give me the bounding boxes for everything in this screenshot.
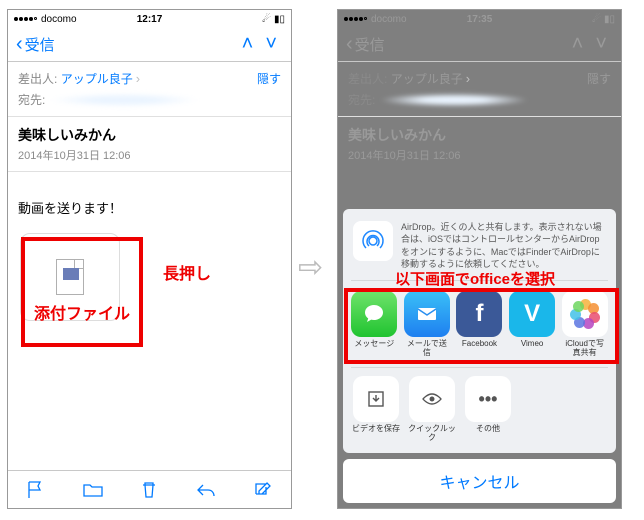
- sender-link[interactable]: アップル良子: [61, 70, 133, 87]
- mail-body: 動画を送ります！: [8, 180, 291, 225]
- date: 2014年10月31日 12:06: [8, 147, 291, 171]
- annotation-attachment-label: 添付ファイル: [34, 300, 130, 324]
- next-message-button: ˅: [589, 33, 613, 56]
- reply-button[interactable]: [195, 480, 217, 500]
- folder-button[interactable]: [82, 480, 104, 500]
- nav-bar: ‹受信 ˄ ˅: [8, 28, 291, 62]
- action-save-video[interactable]: ビデオを保存: [351, 376, 401, 443]
- action-quicklook[interactable]: クイックルック: [407, 376, 457, 443]
- status-bar: docomo 12:17 ☄▮▯: [8, 10, 291, 28]
- mail-header: 差出人: アップル良子›隠す 宛先:: [8, 62, 291, 117]
- recipient-blurred: [49, 93, 199, 107]
- nav-bar: ‹受信 ˄ ˅: [338, 28, 621, 62]
- subject: 美味しいみかん: [8, 117, 291, 147]
- bluetooth-icon: ☄: [592, 14, 601, 25]
- cancel-button[interactable]: キャンセル: [343, 459, 616, 503]
- chevron-right-icon: ›: [136, 71, 140, 86]
- airdrop-icon: [353, 221, 393, 261]
- status-bar: docomo 17:35 ☄▮▯: [338, 10, 621, 28]
- annotation-longpress: 長押し: [163, 260, 211, 284]
- annotation-share-row-box: [344, 288, 619, 364]
- hide-button[interactable]: 隠す: [257, 70, 281, 87]
- date: 2014年10月31日 12:06: [338, 147, 621, 171]
- arrow-icon: ⇨: [298, 250, 323, 285]
- trash-button[interactable]: [140, 480, 158, 500]
- chevron-left-icon: ‹: [16, 33, 23, 56]
- share-actions-row: ビデオを保存 クイックルック •••その他: [351, 367, 608, 445]
- airdrop-text: AirDrop。近くの人と共有します。表示されない場合は、iOSではコントロール…: [401, 221, 606, 270]
- prev-message-button: ˄: [566, 33, 590, 56]
- bluetooth-icon: ☄: [262, 14, 271, 25]
- back-button: ‹受信: [346, 33, 385, 56]
- back-button[interactable]: ‹受信: [16, 33, 55, 56]
- action-more[interactable]: •••その他: [463, 376, 513, 443]
- bottom-toolbar: [8, 470, 291, 508]
- next-message-button[interactable]: ˅: [259, 33, 283, 56]
- subject: 美味しいみかん: [338, 117, 621, 147]
- phone-right-share-sheet: docomo 17:35 ☄▮▯ ‹受信 ˄ ˅ 差出人: アップル良子›隠す …: [337, 9, 622, 509]
- prev-message-button[interactable]: ˄: [236, 33, 260, 56]
- battery-icon: ▮▯: [274, 14, 285, 25]
- battery-icon: ▮▯: [604, 14, 615, 25]
- annotation-select-office: 以下画面でofficeを選択: [395, 268, 555, 289]
- compose-button[interactable]: [253, 480, 273, 500]
- flag-button[interactable]: [26, 480, 46, 500]
- mail-header: 差出人: アップル良子›隠す 宛先:: [338, 62, 621, 117]
- annotation-attachment-box: [21, 237, 143, 347]
